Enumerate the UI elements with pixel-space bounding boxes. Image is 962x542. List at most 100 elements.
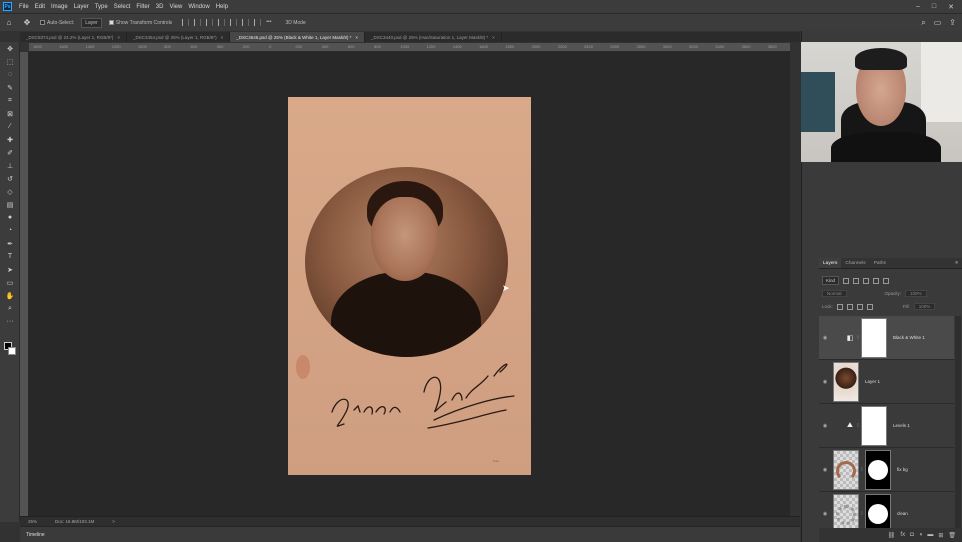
eyedropper-tool-icon[interactable]: ⁄ bbox=[0, 120, 20, 133]
menu-window[interactable]: Window bbox=[185, 4, 212, 10]
more-options-icon[interactable]: ••• bbox=[266, 19, 271, 26]
status-menu-arrow[interactable]: > bbox=[112, 519, 115, 524]
opacity-field[interactable]: 100% bbox=[905, 290, 927, 297]
layer-mask-thumbnail[interactable] bbox=[865, 449, 891, 490]
auto-select-checkbox[interactable]: Auto-Select: bbox=[40, 20, 74, 26]
dodge-tool-icon[interactable]: ◔ bbox=[0, 224, 20, 237]
home-icon[interactable]: ⌂ bbox=[4, 18, 14, 28]
hand-tool-icon[interactable]: ✋ bbox=[0, 289, 20, 302]
canvas-area[interactable]: Foto ➤ bbox=[29, 52, 790, 516]
filter-adjustment-icon[interactable] bbox=[853, 277, 860, 284]
filter-type-icon[interactable] bbox=[863, 277, 870, 284]
layer-row-layer-1[interactable]: ◉ Layer 1 bbox=[819, 360, 954, 404]
pen-tool-icon[interactable]: ✒ bbox=[0, 237, 20, 250]
tab-close-icon[interactable]: × bbox=[355, 35, 358, 40]
tab-layers[interactable]: Layers bbox=[819, 258, 842, 268]
tab-close-icon[interactable]: × bbox=[221, 35, 224, 40]
tab-channels[interactable]: Channels bbox=[841, 258, 869, 268]
type-tool-icon[interactable]: T bbox=[0, 250, 20, 263]
marquee-tool-icon[interactable]: ⬚ bbox=[0, 55, 20, 68]
mask-icon[interactable]: ◘ bbox=[910, 532, 914, 538]
zoom-tool-icon[interactable]: ⌕ bbox=[0, 302, 20, 315]
layer-mask-thumbnail[interactable] bbox=[861, 317, 887, 358]
healing-brush-tool-icon[interactable]: ✚ bbox=[0, 133, 20, 146]
align-top-icon[interactable] bbox=[218, 19, 226, 26]
menu-image[interactable]: Image bbox=[48, 4, 71, 10]
show-transform-checkbox[interactable]: Show Transform Controls bbox=[108, 20, 172, 26]
tab-paths[interactable]: Paths bbox=[870, 258, 890, 268]
shape-tool-icon[interactable]: ▭ bbox=[0, 276, 20, 289]
background-color-swatch[interactable] bbox=[8, 347, 16, 355]
history-brush-tool-icon[interactable]: ↺ bbox=[0, 172, 20, 185]
menu-filter[interactable]: Filter bbox=[133, 4, 152, 10]
layer-thumbnail[interactable] bbox=[833, 361, 859, 402]
horizontal-ruler[interactable]: 1800 1600 1400 1200 1000 800 600 400 200 0 200 400 6… bbox=[29, 43, 790, 52]
menu-select[interactable]: Select bbox=[111, 4, 134, 10]
layer-mask-thumbnail[interactable] bbox=[861, 405, 887, 446]
menu-edit[interactable]: Edit bbox=[32, 4, 48, 10]
layers-scrollbar[interactable] bbox=[955, 316, 961, 528]
visibility-eye-icon[interactable]: ◉ bbox=[819, 467, 831, 473]
filter-smart-object-icon[interactable] bbox=[883, 277, 890, 284]
photoshop-logo-icon[interactable]: Ps bbox=[3, 2, 12, 11]
visibility-eye-icon[interactable]: ◉ bbox=[819, 511, 831, 517]
move-tool-icon[interactable]: ✥ bbox=[0, 42, 20, 55]
timeline-tab[interactable]: Timeline bbox=[26, 532, 45, 538]
group-icon[interactable]: ▬ bbox=[927, 532, 933, 538]
crop-tool-icon[interactable]: ⌗ bbox=[0, 94, 20, 107]
tab-dsc8374[interactable]: _DSC8374.psd @ 24.2% (Layer 1, RGB/8*) × bbox=[20, 32, 128, 42]
fill-field[interactable]: 100% bbox=[913, 303, 936, 310]
eraser-tool-icon[interactable]: ◇ bbox=[0, 185, 20, 198]
lock-all-icon[interactable] bbox=[866, 303, 873, 310]
filter-shape-icon[interactable] bbox=[873, 277, 880, 284]
auto-select-dropdown[interactable]: Layer bbox=[81, 17, 102, 28]
menu-view[interactable]: View bbox=[166, 4, 185, 10]
zoom-level[interactable]: 25% bbox=[28, 519, 37, 524]
align-left-icon[interactable] bbox=[182, 19, 190, 26]
visibility-eye-icon[interactable]: ◉ bbox=[819, 335, 831, 341]
blur-tool-icon[interactable]: ● bbox=[0, 211, 20, 224]
menu-type[interactable]: Type bbox=[92, 4, 111, 10]
adjustment-icon[interactable]: ◑ bbox=[919, 532, 923, 538]
align-center-icon[interactable] bbox=[194, 19, 202, 26]
menu-3d[interactable]: 3D bbox=[153, 4, 167, 10]
move-tool-icon[interactable]: ✥ bbox=[22, 18, 32, 28]
visibility-eye-icon[interactable]: ◉ bbox=[819, 379, 831, 385]
tab-close-icon[interactable]: × bbox=[117, 35, 120, 40]
clone-stamp-tool-icon[interactable]: ⊥ bbox=[0, 159, 20, 172]
lasso-tool-icon[interactable]: ◌ bbox=[0, 68, 20, 81]
lock-transparent-icon[interactable] bbox=[836, 303, 843, 310]
tab-close-icon[interactable]: × bbox=[492, 35, 495, 40]
maximize-button[interactable]: □ bbox=[932, 3, 936, 11]
close-button[interactable]: ✕ bbox=[948, 3, 954, 11]
visibility-eye-icon[interactable]: ◉ bbox=[819, 423, 831, 429]
tab-dsc3645[interactable]: _DSC3645.psd @ 25% (Black & White 1, Lay… bbox=[230, 32, 366, 42]
tab-dsc3454[interactable]: _DSC3454.psd @ 25% (Layer 1, RGB/8*) × bbox=[127, 32, 231, 42]
gradient-tool-icon[interactable]: ▤ bbox=[0, 198, 20, 211]
menu-layer[interactable]: Layer bbox=[71, 4, 92, 10]
panel-menu-icon[interactable]: ≡ bbox=[955, 258, 962, 268]
layer-kind-filter[interactable]: Kind bbox=[822, 276, 840, 285]
path-select-tool-icon[interactable]: ➤ bbox=[0, 263, 20, 276]
menu-file[interactable]: File bbox=[16, 4, 32, 10]
frame-tool-icon[interactable]: ⊠ bbox=[0, 107, 20, 120]
minimize-button[interactable]: – bbox=[916, 3, 920, 11]
align-right-icon[interactable] bbox=[206, 19, 214, 26]
layer-row-levels[interactable]: ◉ ⛰ ⁞ Levels 1 bbox=[819, 404, 954, 448]
align-middle-icon[interactable] bbox=[230, 19, 238, 26]
search-icon[interactable]: ⌕ bbox=[921, 18, 925, 28]
layer-thumbnail[interactable] bbox=[833, 449, 859, 490]
lock-image-icon[interactable] bbox=[846, 303, 853, 310]
vertical-ruler[interactable] bbox=[20, 52, 29, 516]
blend-mode-dropdown[interactable]: Normal bbox=[822, 290, 847, 297]
layer-row-black-white[interactable]: ◉ ◧ ⁞ Black & White 1 bbox=[819, 316, 954, 360]
fx-icon[interactable]: fx bbox=[900, 532, 905, 538]
share-icon[interactable]: ⇪ bbox=[949, 18, 956, 28]
menu-help[interactable]: Help bbox=[213, 4, 231, 10]
tab-dsc3440[interactable]: _DSC3440.psd @ 25% (Hue/Saturation 1, La… bbox=[365, 32, 502, 42]
new-layer-icon[interactable]: ⊞ bbox=[938, 532, 943, 539]
layer-row-fix-bg[interactable]: ◉ ⁞ fix bg bbox=[819, 448, 954, 492]
align-bottom-icon[interactable] bbox=[242, 19, 250, 26]
brush-tool-icon[interactable]: ✐ bbox=[0, 146, 20, 159]
quick-select-tool-icon[interactable]: ✎ bbox=[0, 81, 20, 94]
